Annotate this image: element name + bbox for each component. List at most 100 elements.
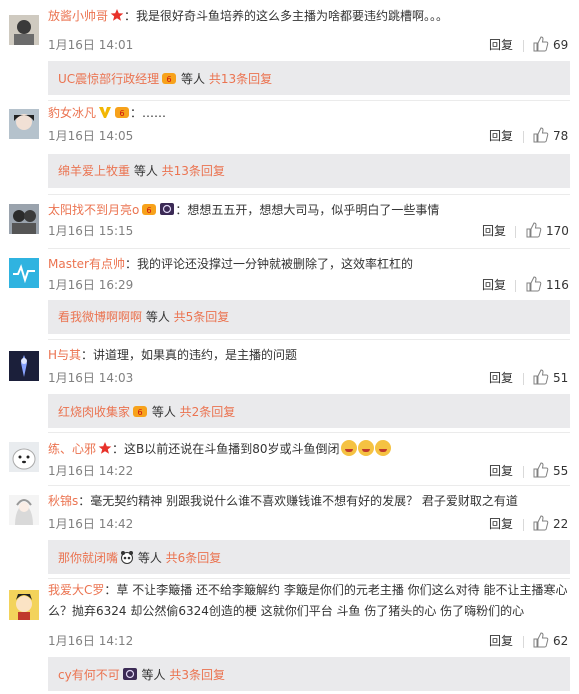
emoji-icon [340, 440, 357, 456]
sub-reply-total-link[interactable]: 共2条回复 [180, 405, 236, 419]
comment-line: 秋锦s：毫无契约精神 别跟我说什么谁不喜欢赚钱谁不想有好的发展？ 君子爱财取之有… [48, 493, 571, 509]
member-badge-icon[interactable] [159, 202, 175, 220]
sub-reply-total-link[interactable]: 共13条回复 [209, 72, 272, 86]
avatar[interactable] [9, 109, 39, 139]
comment-time: 1月16日 14:05 [48, 129, 134, 143]
username-link[interactable]: Master有点帅 [48, 257, 125, 271]
sub-replies-box[interactable]: 看我微博啊啊啊 等人 共5条回复 [48, 300, 570, 334]
avatar-image [9, 109, 39, 139]
sub-reply-mid: 等人 [130, 164, 162, 178]
divider [48, 194, 570, 195]
like-count: 69 [553, 38, 569, 52]
reply-button[interactable]: 回复 [482, 278, 506, 292]
reply-button[interactable]: 回复 [489, 129, 513, 143]
reply-button[interactable]: 回复 [489, 371, 513, 385]
avatar-image [9, 590, 39, 620]
avatar[interactable] [9, 15, 39, 45]
thumbs-up-icon[interactable] [533, 515, 549, 534]
sub-replies-box[interactable]: 绵羊爱上牧重 等人 共13条回复 [48, 154, 570, 188]
sub-reply-user[interactable]: 看我微博啊啊啊 [58, 310, 142, 324]
red-star-icon[interactable] [110, 8, 124, 26]
comment-text: ：讲道理，如果真的违约，是主播的问题 [81, 348, 298, 362]
avatar[interactable] [9, 351, 39, 381]
divider [523, 373, 524, 385]
reply-button[interactable]: 回复 [489, 38, 513, 52]
reply-button[interactable]: 回复 [489, 517, 513, 531]
username-link[interactable]: 秋锦s [48, 494, 78, 508]
vip-crown-icon: 6 [161, 71, 177, 88]
thumbs-up-icon[interactable] [533, 462, 549, 481]
sub-replies-box[interactable]: 红烧肉收集家 6 等人 共2条回复 [48, 394, 570, 428]
thumbs-up-icon[interactable] [526, 222, 542, 241]
username-link[interactable]: 练、心邪 [48, 442, 96, 456]
divider [523, 40, 524, 52]
sub-reply-total-link[interactable]: 共13条回复 [162, 164, 225, 178]
comment-text: ：想想五五开，想想大司马，似乎明白了一些事情 [175, 203, 440, 217]
emoji-icon [357, 440, 374, 456]
like-count: 55 [553, 464, 569, 478]
comment-time: 1月16日 15:15 [48, 224, 134, 238]
sub-reply-user[interactable]: 那你就闭嘴 [58, 551, 118, 565]
sub-reply-mid: 等人 [148, 405, 180, 419]
svg-text:6: 6 [147, 206, 152, 215]
comment-line: 豹女冰凡 6 ：…… [48, 105, 571, 123]
comment-time: 1月16日 14:03 [48, 371, 134, 385]
sub-reply-total-link[interactable]: 共6条回复 [166, 551, 222, 565]
reply-button[interactable]: 回复 [489, 634, 513, 648]
divider [523, 519, 524, 531]
sub-reply-user[interactable]: 红烧肉收集家 [58, 405, 130, 419]
like-count: 78 [553, 129, 569, 143]
vip-crown-icon: 6 [132, 404, 148, 421]
vip-crown-icon[interactable]: 6 [114, 105, 130, 123]
username-link[interactable]: H与其 [48, 348, 81, 362]
svg-text:6: 6 [119, 109, 124, 118]
svg-text:6: 6 [137, 408, 142, 417]
sub-reply-user[interactable]: UC震惊部行政经理 [58, 72, 159, 86]
vip-crown-icon[interactable]: 6 [141, 202, 157, 220]
like-count: 62 [553, 634, 569, 648]
gold-v-icon[interactable] [98, 105, 112, 123]
sub-replies-box[interactable]: UC震惊部行政经理 6 等人 共13条回复 [48, 61, 570, 95]
username-link[interactable]: 太阳找不到月亮o [48, 203, 139, 217]
sub-reply-mid: 等人 [134, 551, 166, 565]
avatar[interactable] [9, 590, 39, 620]
emoji-icon [374, 440, 391, 456]
like-count: 22 [553, 517, 569, 531]
divider [48, 100, 570, 101]
comment-text: ：…… [130, 106, 167, 120]
divider [48, 432, 570, 433]
reply-button[interactable]: 回复 [489, 464, 513, 478]
avatar[interactable] [9, 442, 39, 472]
thumbs-up-icon[interactable] [533, 36, 549, 55]
thumbs-up-icon[interactable] [526, 276, 542, 295]
sub-reply-total-link[interactable]: 共3条回复 [169, 668, 225, 682]
avatar-image [9, 495, 39, 525]
thumbs-up-icon[interactable] [533, 127, 549, 146]
thumbs-up-icon[interactable] [533, 632, 549, 651]
comment-text: ：我是很好奇斗鱼培养的这么多主播为啥都要违约跳槽啊。。。 [124, 9, 449, 23]
comment-line: Master有点帅：我的评论还没撑过一分钟就被删除了，这效率杠杠的 [48, 256, 571, 272]
svg-text:6: 6 [167, 75, 172, 84]
avatar[interactable] [9, 258, 39, 288]
username-link[interactable]: 放酱小帅哥 [48, 9, 108, 23]
divider [48, 485, 570, 486]
sub-reply-total-link[interactable]: 共5条回复 [174, 310, 230, 324]
red-star-icon[interactable] [98, 441, 112, 459]
divider [523, 636, 524, 648]
username-link[interactable]: 豹女冰凡 [48, 106, 96, 120]
like-count: 51 [553, 371, 569, 385]
sub-replies-box[interactable]: cy有何不可 等人 共3条回复 [48, 657, 570, 691]
sub-reply-mid: 等人 [142, 310, 174, 324]
comment-line: H与其：讲道理，如果真的违约，是主播的问题 [48, 347, 571, 363]
sub-reply-user[interactable]: cy有何不可 [58, 668, 120, 682]
comment-text: ：草 不让李簸播 还不给李簸解约 李簸是你们的元老主播 你们这么对待 能不让主播… [48, 583, 568, 618]
thumbs-up-icon[interactable] [533, 369, 549, 388]
avatar[interactable] [9, 495, 39, 525]
reply-button[interactable]: 回复 [482, 224, 506, 238]
divider [48, 578, 570, 579]
username-link[interactable]: 我爱大C罗 [48, 583, 104, 597]
comment-line: 我爱大C罗：草 不让李簸播 还不给李簸解约 李簸是你们的元老主播 你们这么对待 … [48, 580, 571, 622]
avatar[interactable] [9, 204, 39, 234]
sub-replies-box[interactable]: 那你就闭嘴 等人 共6条回复 [48, 540, 570, 574]
sub-reply-user[interactable]: 绵羊爱上牧重 [58, 164, 130, 178]
